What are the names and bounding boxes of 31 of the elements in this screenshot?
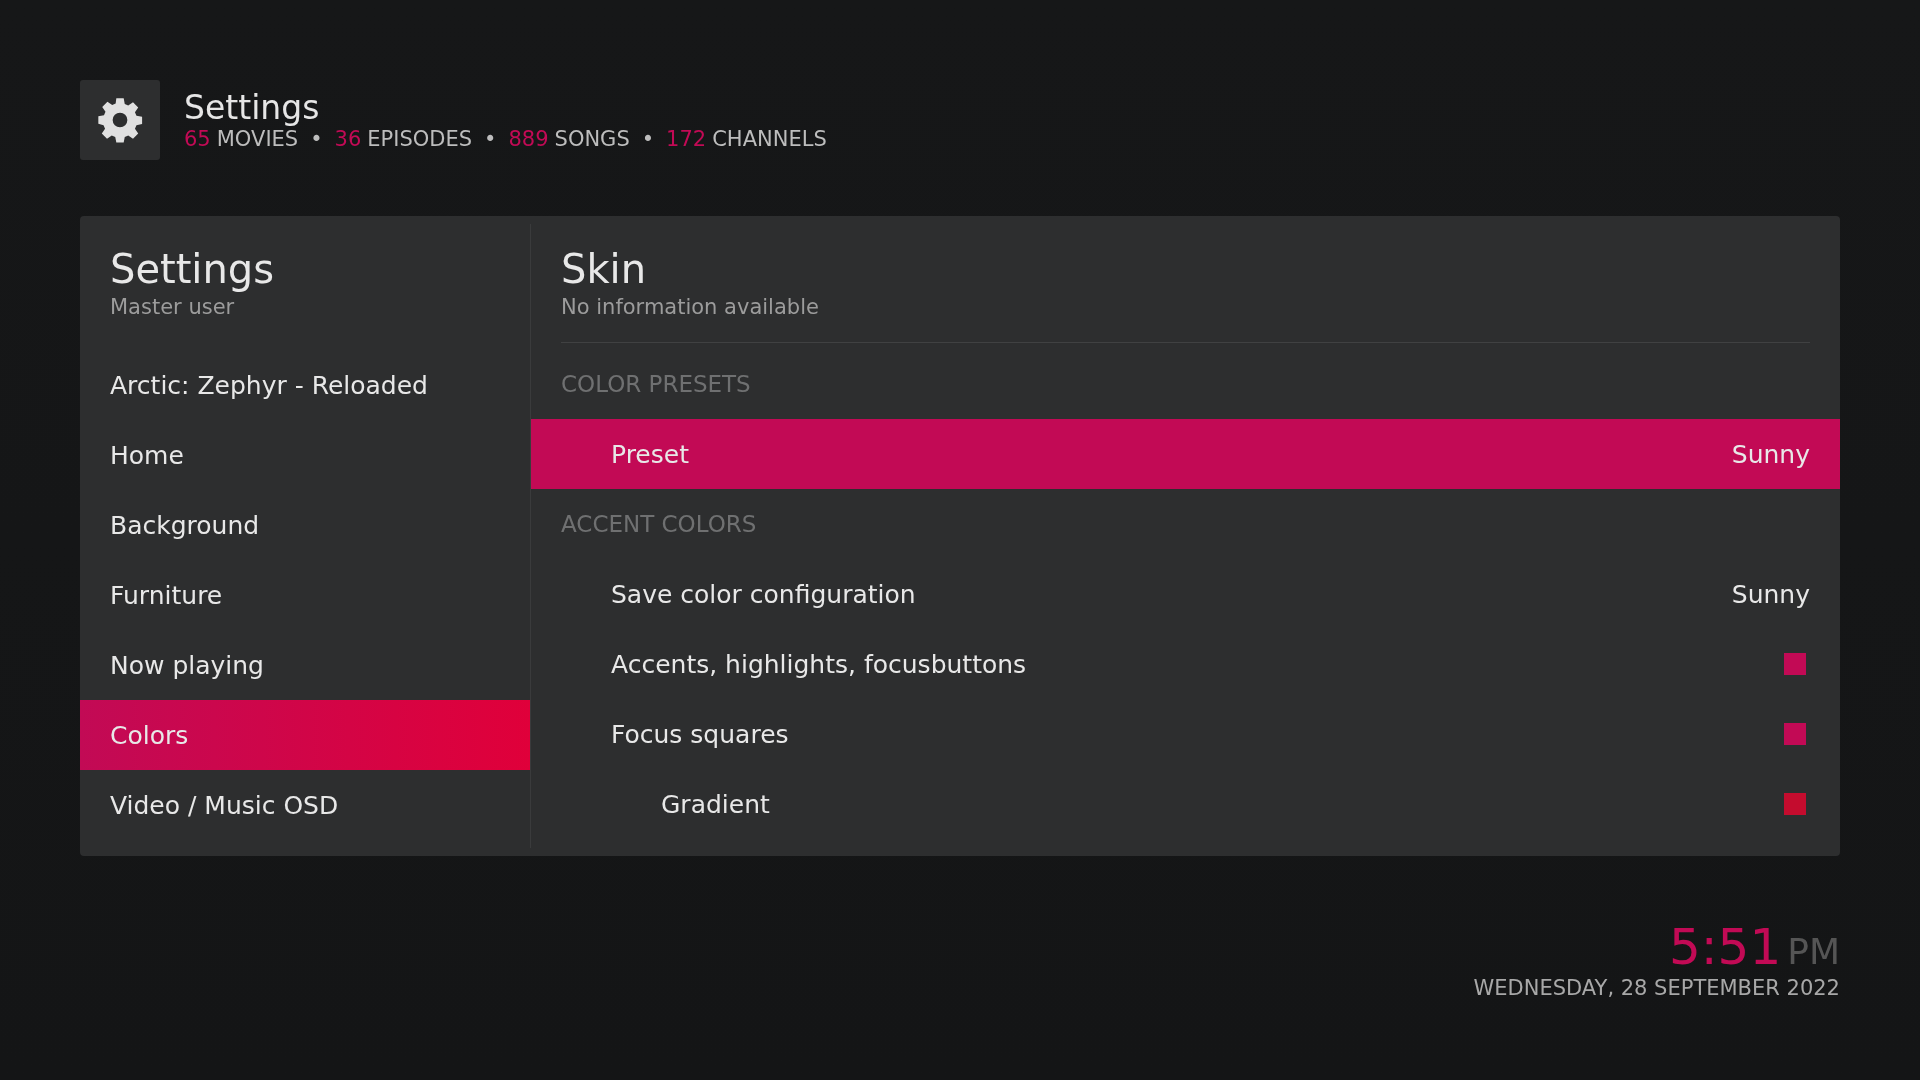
section-subtitle: No information available <box>561 294 820 321</box>
sidebar-title: Settings <box>109 245 276 292</box>
sidebar-item[interactable]: Colors <box>80 700 530 770</box>
setting-row[interactable]: Focus squares <box>531 699 1840 769</box>
sidebar-item[interactable]: Now playing <box>80 630 530 700</box>
sidebar-item[interactable]: Background <box>80 490 530 560</box>
separator-dot: • <box>310 127 323 151</box>
setting-value: Sunny <box>1731 579 1810 609</box>
setting-value: Sunny <box>1731 439 1810 469</box>
setting-row[interactable]: Accents, highlights, focusbuttons <box>531 629 1840 699</box>
library-stat: 172 CHANNELS <box>666 127 827 151</box>
sidebar-item[interactable]: Home <box>80 420 530 490</box>
library-stat: 889 SONGS <box>508 127 630 151</box>
library-stat: 36 EPISODES <box>334 127 473 151</box>
clock-date: WEDNESDAY, 28 SEPTEMBER 2022 <box>1473 976 1840 1000</box>
clock-time: 5:51 <box>1668 922 1782 972</box>
setting-row[interactable]: Preset Sunny <box>531 419 1840 489</box>
sidebar-item[interactable]: Furniture <box>80 560 530 630</box>
group-heading: ACCENT COLORS <box>560 510 758 539</box>
separator-dot: • <box>484 127 497 151</box>
section-title: Skin <box>561 245 648 292</box>
separator-dot: • <box>641 127 655 151</box>
group-heading: COLOR PRESETS <box>560 370 752 399</box>
sidebar-item[interactable]: Video / Music OSD <box>80 770 530 840</box>
library-stat: 65 MOVIES <box>184 127 299 151</box>
setting-row[interactable]: Save color configuration Sunny <box>531 559 1840 629</box>
page-title: Settings <box>184 89 321 127</box>
setting-row[interactable]: Gradient <box>531 769 1840 839</box>
sidebar-subtitle: Master user <box>109 294 236 321</box>
sidebar-item[interactable]: Arctic: Zephyr - Reloaded <box>80 350 530 420</box>
clock-period: PM <box>1787 932 1840 972</box>
